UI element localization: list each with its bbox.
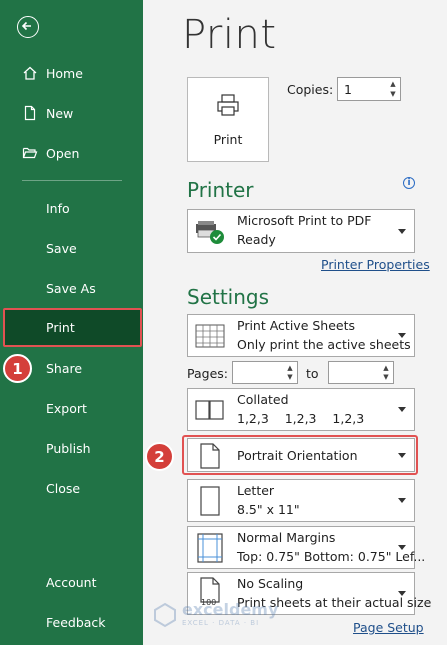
sidebar-item-label: New [46,105,74,121]
folder-open-icon [21,144,39,162]
new-document-icon [21,104,39,122]
backstage-sidebar: Home New Open Info Save Save As Print Sh… [0,0,143,645]
sidebar-item-label: Open [46,145,80,161]
pages-to-input[interactable]: ▲ ▼ [328,361,394,384]
spin-up-icon[interactable]: ▲ [381,364,391,372]
margins-dropdown[interactable]: Normal Margins Top: 0.75" Bottom: 0.75" … [187,526,425,569]
to-label: to [306,366,319,381]
sidebar-item-label: Info [46,200,70,216]
spin-down-icon[interactable]: ▼ [381,373,391,381]
collation-dropdown[interactable]: Collated 1,2,3 1,2,3 1,2,3 [187,388,415,431]
copies-stepper[interactable]: 1 ▲ ▼ [337,77,401,101]
scaling-title: No Scaling [237,576,304,591]
sidebar-item-account[interactable]: Account [0,565,143,599]
pages-from-input[interactable]: ▲ ▼ [232,361,298,384]
print-what-dropdown[interactable]: Print Active Sheets Only print the activ… [187,314,415,357]
paper-size-icon [192,485,228,517]
sidebar-item-home[interactable]: Home [0,56,143,90]
sidebar-item-close[interactable]: Close [0,471,143,505]
paper-size-title: Letter [237,483,275,498]
sidebar-item-label: Home [46,65,83,81]
sidebar-item-feedback[interactable]: Feedback [0,605,143,639]
margins-title: Normal Margins [237,530,336,545]
step-badge-1: 1 [3,354,32,383]
sidebar-item-label: Save As [46,280,96,296]
chevron-down-icon [398,407,406,412]
print-button-label: Print [213,132,243,147]
sidebar-item-open[interactable]: Open [0,136,143,170]
sidebar-item-label: Share [46,360,83,376]
sidebar-item-label: Feedback [46,614,106,630]
copies-value: 1 [344,82,352,97]
spin-down-icon[interactable]: ▼ [285,373,295,381]
sidebar-item-save[interactable]: Save [0,231,143,265]
printer-dropdown[interactable]: Microsoft Print to PDF Ready [187,209,415,253]
margins-subtitle: Top: 0.75" Bottom: 0.75" Lef... [237,549,426,564]
print-button[interactable]: Print [187,77,269,162]
printer-heading: Printer [187,178,254,202]
print-what-subtitle: Only print the active sheets [237,337,411,352]
paper-size-subtitle: 8.5" x 11" [237,502,300,517]
sidebar-item-label: Close [46,480,81,496]
chevron-down-icon [398,333,406,338]
chevron-down-icon [398,229,406,234]
settings-heading: Settings [187,285,270,309]
sidebar-item-new[interactable]: New [0,96,143,130]
watermark-text: exceldemy [182,600,279,619]
print-what-title: Print Active Sheets [237,318,356,333]
printer-ready-icon [192,216,228,248]
margins-icon [192,532,228,564]
sidebar-item-print[interactable]: Print [3,308,142,347]
sidebar-item-label: Export [46,400,87,416]
sidebar-item-label: Print [46,320,75,335]
step-badge-2: 2 [145,442,174,471]
sidebar-item-info[interactable]: Info [0,191,143,225]
collated-pages-icon [192,395,228,425]
printer-name: Microsoft Print to PDF [237,213,372,228]
printer-status: Ready [237,232,276,247]
printer-properties-link[interactable]: Printer Properties [321,257,430,272]
watermark-tagline: EXCEL · DATA · BI [182,619,260,627]
spin-up-icon[interactable]: ▲ [388,80,398,88]
copies-label: Copies: [287,82,334,97]
printer-icon [217,94,239,116]
sidebar-item-publish[interactable]: Publish [0,431,143,465]
collation-subtitle: 1,2,3 1,2,3 1,2,3 [237,411,365,426]
watermark: exceldemy EXCEL · DATA · BI [152,600,312,632]
page-setup-link[interactable]: Page Setup [353,620,424,635]
sidebar-item-label: Account [46,574,97,590]
sidebar-item-export[interactable]: Export [0,391,143,425]
orientation-highlight [182,435,418,475]
sheet-grid-icon [192,321,228,351]
chevron-down-icon [398,591,406,596]
sidebar-item-save-as[interactable]: Save As [0,271,143,305]
collation-title: Collated [237,392,289,407]
spin-down-icon[interactable]: ▼ [388,90,398,98]
watermark-logo-icon [154,602,176,628]
pages-label: Pages: [187,366,228,381]
sidebar-divider [22,180,122,181]
chevron-down-icon [398,545,406,550]
sidebar-item-label: Publish [46,440,91,456]
info-icon[interactable]: i [403,177,415,189]
chevron-down-icon [398,498,406,503]
home-icon [21,64,39,82]
sidebar-item-label: Save [46,240,77,256]
page-title: Print [182,12,277,58]
back-arrow-icon[interactable] [17,16,39,38]
spin-up-icon[interactable]: ▲ [285,364,295,372]
paper-size-dropdown[interactable]: Letter 8.5" x 11" [187,479,415,522]
